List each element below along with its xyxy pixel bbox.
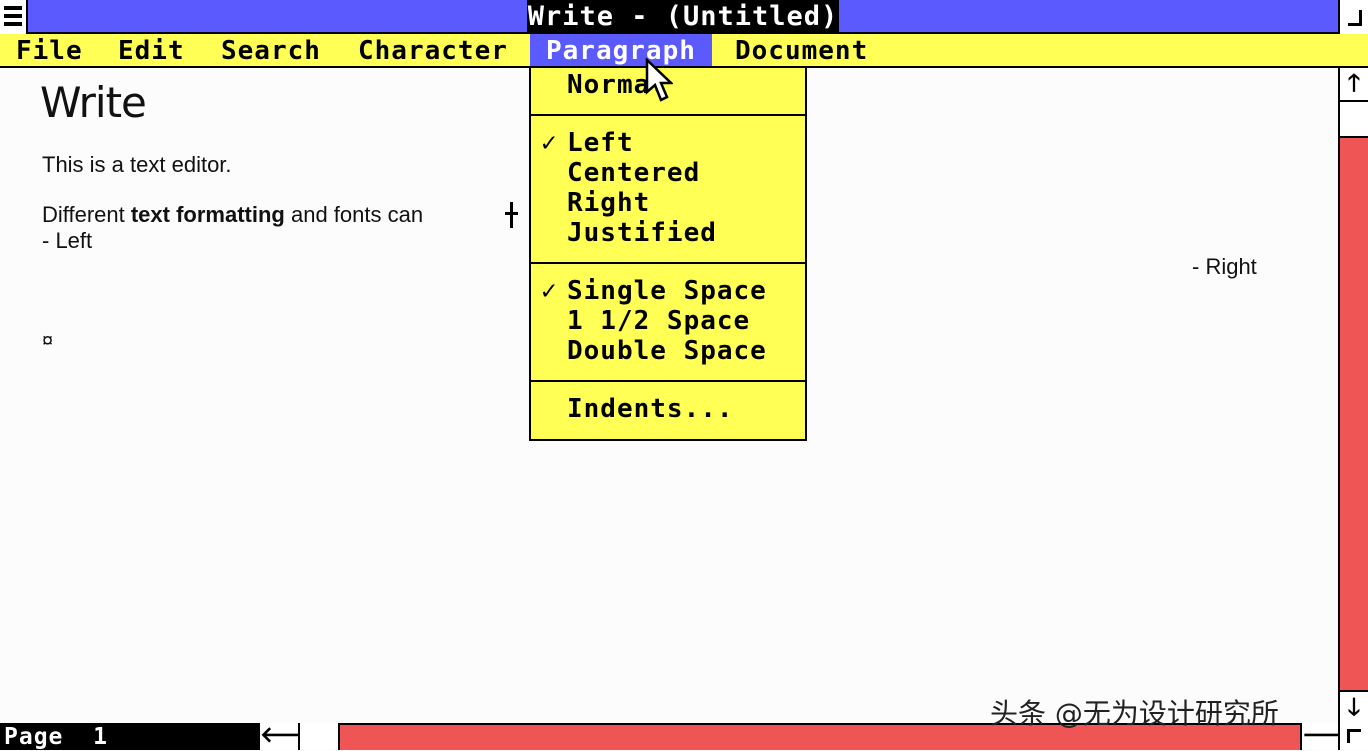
menu-file[interactable]: File — [16, 34, 83, 66]
paragraph-menu: Normal Left ✓ Centered Right Justified Single … — [529, 66, 807, 441]
arrow-cursor-icon — [645, 58, 673, 102]
arrow-up-icon: 🡑 — [1347, 69, 1361, 97]
menu-separator — [531, 114, 805, 116]
watermark: 头条 @无为设计研究所 — [990, 697, 1279, 730]
resize-icon — [1347, 729, 1361, 743]
system-menu-icon[interactable] — [0, 0, 28, 34]
scroll-down-button[interactable]: 🡓 — [1338, 690, 1368, 723]
maximize-icon — [1348, 10, 1362, 26]
menu-item-1-1-2-space[interactable]: 1 1/2 Space — [567, 306, 750, 336]
horizontal-scroll-thumb[interactable] — [300, 723, 340, 750]
document-line: - Left — [42, 228, 93, 253]
arrow-down-icon: 🡓 — [1347, 693, 1361, 721]
document-line: - Right — [1192, 254, 1257, 279]
maximize-button[interactable] — [1338, 0, 1368, 34]
scroll-left-button[interactable]: 🡐 — [258, 723, 319, 750]
ibeam-cursor-icon — [505, 202, 518, 228]
menu-bar: File Edit Search Character Paragraph Doc… — [0, 34, 1368, 68]
menu-search[interactable]: Search — [221, 34, 321, 66]
bold-text-span: text formatting — [130, 202, 285, 227]
checkmark-icon: ✓ — [541, 128, 557, 158]
menu-item-right[interactable]: Right — [567, 188, 650, 218]
menu-item-left[interactable]: Left — [567, 128, 634, 158]
text-span: and fonts can — [284, 202, 424, 227]
end-of-document-mark: ¤ — [42, 330, 54, 352]
text-span: Different — [42, 202, 131, 227]
menu-item-centered[interactable]: Centered — [567, 158, 700, 188]
menu-item-single-space[interactable]: Single Space — [567, 276, 767, 306]
menu-edit[interactable]: Edit — [118, 34, 185, 66]
menu-character[interactable]: Character — [358, 34, 508, 66]
menu-item-indents[interactable]: Indents... — [567, 394, 734, 424]
window-title: Write - (Untitled) — [527, 0, 839, 32]
checkmark-icon: ✓ — [541, 276, 557, 306]
scroll-right-button[interactable]: 🡒 — [1300, 723, 1361, 750]
menu-separator — [531, 262, 805, 264]
document-line: Different text formatting and fonts can — [42, 202, 423, 228]
size-box[interactable] — [1338, 723, 1368, 750]
menu-item-justified[interactable]: Justified — [567, 218, 717, 248]
menu-document[interactable]: Document — [735, 34, 868, 66]
page-status: Page 1 — [0, 723, 258, 750]
vertical-scroll-thumb[interactable] — [1338, 102, 1368, 138]
menu-paragraph[interactable]: Paragraph — [530, 34, 712, 66]
document-heading: Write — [40, 78, 147, 127]
document-line: This is a text editor. — [42, 152, 232, 177]
menu-item-double-space[interactable]: Double Space — [567, 336, 767, 366]
vertical-scrollbar[interactable] — [1338, 68, 1368, 723]
menu-separator — [531, 380, 805, 382]
scroll-up-button[interactable]: 🡑 — [1338, 68, 1368, 102]
